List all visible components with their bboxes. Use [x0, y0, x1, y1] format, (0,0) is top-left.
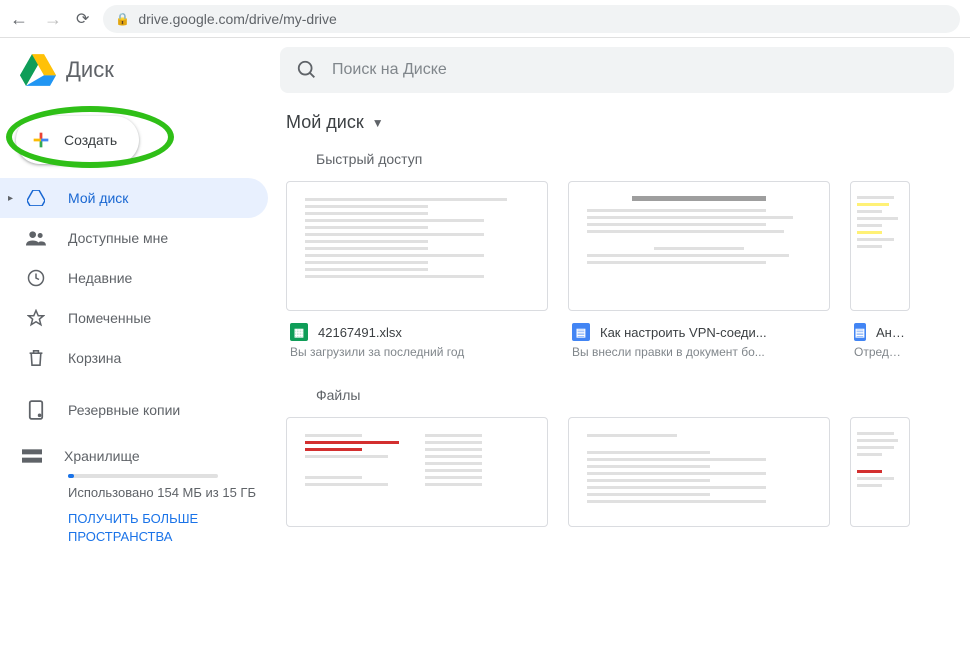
- quick-card[interactable]: ▦ 42167491.xlsx Вы загрузили за последни…: [286, 181, 548, 359]
- sidebar-item-label: Мой диск: [68, 190, 128, 206]
- card-subtitle: Вы внесли правки в документ бо...: [568, 345, 830, 359]
- back-button[interactable]: ←: [10, 10, 28, 28]
- sidebar-item-trash[interactable]: Корзина: [0, 338, 268, 378]
- storage-used-text: Использовано 154 МБ из 15 ГБ: [68, 484, 260, 502]
- star-icon: [26, 309, 46, 327]
- sidebar-nav: ▸ Мой диск Доступные мне Недавние: [0, 178, 280, 378]
- clock-icon: [26, 269, 46, 287]
- search-bar[interactable]: Поиск на Диске: [280, 47, 954, 93]
- quick-card[interactable]: ▤ Как настроить VPN-соеди... Вы внесли п…: [568, 181, 830, 359]
- thumbnail: [568, 417, 830, 527]
- create-button[interactable]: Создать: [16, 116, 139, 164]
- lock-icon: 🔒: [115, 12, 130, 26]
- reload-button[interactable]: ⟳: [76, 9, 89, 29]
- thumbnail: [850, 417, 910, 527]
- sidebar-item-my-drive[interactable]: ▸ Мой диск: [0, 178, 268, 218]
- app-header: Диск Поиск на Диске: [0, 38, 970, 102]
- storage-progress: [68, 474, 218, 478]
- storage-label: Хранилище: [64, 448, 140, 464]
- sidebar-item-label: Корзина: [68, 350, 121, 366]
- sidebar-item-label: Резервные копии: [68, 402, 180, 418]
- file-card[interactable]: [850, 417, 910, 527]
- thumbnail: [850, 181, 910, 311]
- main-content: Мой диск ▼ Быстрый доступ ▦ 42167491.xls…: [280, 102, 970, 650]
- drive-logo-icon: [20, 54, 56, 86]
- search-input[interactable]: Поиск на Диске: [332, 61, 447, 79]
- sidebar: Создать ▸ Мой диск Доступные мне: [0, 102, 280, 650]
- sidebar-item-recent[interactable]: Недавние: [0, 258, 268, 298]
- browser-toolbar: ← → ⟳ 🔒 drive.google.com/drive/my-drive: [0, 0, 970, 38]
- sidebar-nav-secondary: Резервные копии: [0, 390, 280, 430]
- sidebar-item-label: Помеченные: [68, 310, 151, 326]
- sidebar-item-shared[interactable]: Доступные мне: [0, 218, 268, 258]
- card-name: 42167491.xlsx: [318, 325, 402, 340]
- search-icon: [296, 59, 318, 81]
- quick-access-cards: ▦ 42167491.xlsx Вы загрузили за последни…: [280, 181, 970, 359]
- card-name: Как настроить VPN-соеди...: [600, 325, 767, 340]
- thumbnail: [286, 181, 548, 311]
- sidebar-item-label: Доступные мне: [68, 230, 168, 246]
- thumbnail: [286, 417, 548, 527]
- storage-section: Хранилище Использовано 154 МБ из 15 ГБ П…: [0, 442, 280, 547]
- storage-upgrade-link[interactable]: ПОЛУЧИТЬ БОЛЬШЕ ПРОСТРАНСТВА: [68, 510, 260, 546]
- url-text: drive.google.com/drive/my-drive: [138, 11, 336, 27]
- breadcrumb[interactable]: Мой диск ▼: [280, 106, 970, 147]
- quick-access-title: Быстрый доступ: [280, 147, 970, 181]
- card-name: Андрои: [876, 325, 906, 340]
- nav-arrows: ← →: [10, 10, 62, 28]
- sheets-icon: ▦: [290, 323, 308, 341]
- app-title: Диск: [66, 57, 114, 83]
- drive-icon: [26, 190, 46, 206]
- card-subtitle: Отредактиро: [850, 345, 910, 359]
- storage-icon: [22, 449, 42, 463]
- chevron-down-icon: ▼: [372, 116, 384, 130]
- thumbnail: [568, 181, 830, 311]
- breadcrumb-label: Мой диск: [286, 112, 364, 133]
- files-title: Файлы: [280, 383, 970, 417]
- create-label: Создать: [64, 132, 117, 148]
- sidebar-item-starred[interactable]: Помеченные: [0, 298, 268, 338]
- files-cards: [280, 417, 970, 527]
- expand-icon[interactable]: ▸: [8, 193, 13, 204]
- docs-icon: ▤: [854, 323, 866, 341]
- backup-icon: [26, 400, 46, 420]
- card-subtitle: Вы загрузили за последний год: [286, 345, 548, 359]
- address-bar[interactable]: 🔒 drive.google.com/drive/my-drive: [103, 5, 960, 33]
- sidebar-item-storage[interactable]: Хранилище: [26, 448, 260, 464]
- docs-icon: ▤: [572, 323, 590, 341]
- quick-card[interactable]: ▤ Андрои Отредактиро: [850, 181, 910, 359]
- sidebar-item-backups[interactable]: Резервные копии: [0, 390, 268, 430]
- file-card[interactable]: [568, 417, 830, 527]
- trash-icon: [26, 349, 46, 367]
- plus-icon: [30, 129, 52, 151]
- file-card[interactable]: [286, 417, 548, 527]
- sidebar-item-label: Недавние: [68, 270, 132, 286]
- logo-area[interactable]: Диск: [20, 54, 280, 86]
- people-icon: [26, 230, 46, 246]
- forward-button[interactable]: →: [44, 10, 62, 28]
